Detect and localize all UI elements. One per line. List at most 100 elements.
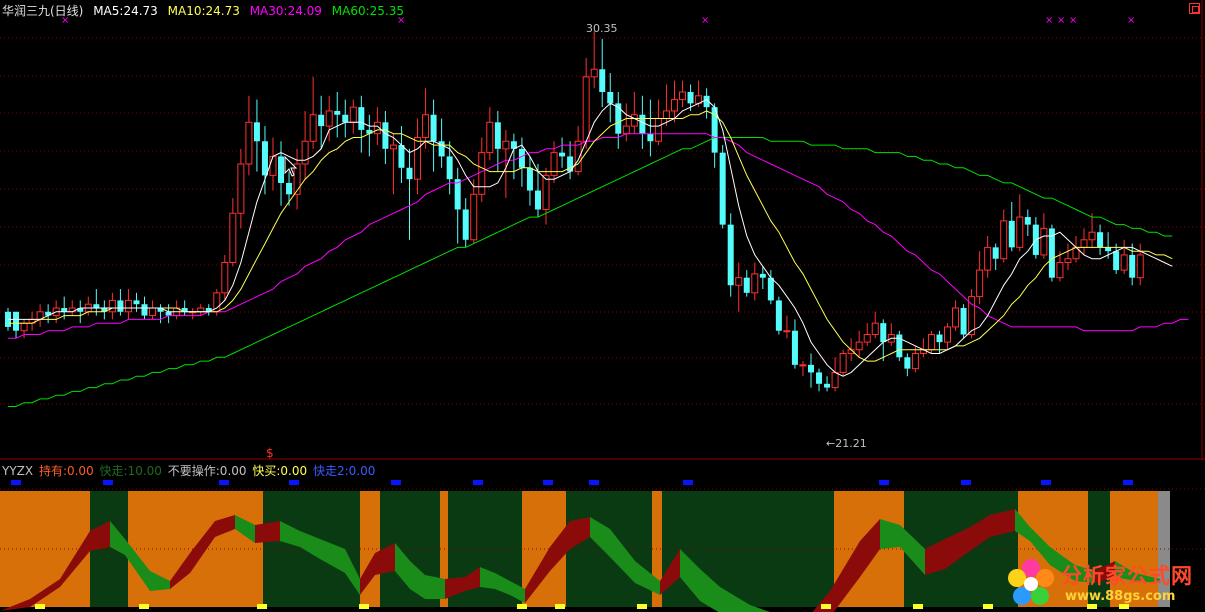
price-chart[interactable] [0,0,1205,460]
candle-body-up [679,91,687,101]
candle-body-down [358,107,365,130]
candle-body-down [880,323,887,343]
candle-body-down [759,273,766,278]
signal-x-icon: × [61,15,70,26]
candle-body-up [1056,262,1064,279]
candle-body-up [389,144,397,150]
yellow-signal-marker [821,604,831,609]
high-price-label: 30.35 [586,22,618,35]
wave-segment [425,575,445,599]
yellow-signal-marker [983,604,993,609]
candle-body-down [719,152,726,225]
candle-body-up [502,140,510,150]
indicator-fast-run: 快走:10.00 [99,464,162,478]
candle-body-down [960,308,967,335]
restore-window-icon[interactable] [1189,3,1200,14]
candle-body-down [141,304,148,316]
candle-body-up [952,307,960,328]
yellow-signal-marker [637,604,647,609]
candle-body-down [93,304,100,308]
indicator-name: YYZX [2,464,34,478]
candle-body-up [670,99,678,112]
blue-signal-marker [543,480,553,485]
blue-signal-marker [1123,480,1133,485]
blue-signal-marker [391,480,401,485]
candle-body-up [237,163,245,214]
signal-dollar-icon: $ [266,446,274,460]
candle-body-down [1113,251,1120,271]
blue-signal-marker [683,480,693,485]
candle-body-up [269,155,277,176]
candle-body-up [735,277,743,286]
ma60-line [8,137,1173,407]
watermark-logo: 分析家公式网 www.88gs.com [1003,556,1201,610]
candle-body-up [1136,254,1144,279]
candle-body-up [309,114,317,142]
candle-body-down [462,209,469,240]
candle-body-down [743,277,750,293]
yellow-signal-marker [35,604,45,609]
candle-body-up [582,76,590,142]
candle-body-up [1016,216,1024,248]
candle-body-down [286,182,293,195]
candle-body-down [438,141,445,157]
candle-body-up [197,307,205,313]
blue-signal-marker [103,480,113,485]
candle-body-down [824,383,831,388]
candle-body-up [662,110,670,120]
candle-body-up [622,125,630,135]
candle-body-up [751,273,759,294]
candle-body-up [1000,220,1008,260]
ma5-value: MA5:24.73 [93,4,158,18]
candle-body-up [221,262,229,294]
indicator-fast-buy: 快买:0.00 [252,464,308,478]
yellow-signal-marker [517,604,527,609]
candle-body-down [13,311,20,331]
candle-body-up [470,193,478,241]
signal-x-icon: × [701,15,710,26]
candle-body-down [1105,247,1112,252]
candle-body-up [984,246,992,271]
blue-signal-marker [961,480,971,485]
candle-body-up [976,269,984,298]
candle-body-up [422,114,430,138]
watermark-title: 分析家公式网 [1061,564,1193,588]
candle-body-up [124,299,132,313]
candle-body-up [911,352,919,370]
candle-body-down [406,167,413,180]
signal-x-icon: × [1045,15,1054,26]
candle-body-down [494,122,501,149]
candle-body-down [518,148,525,168]
yellow-signal-marker [359,604,369,609]
candle-body-up [590,68,598,78]
candle-body-down [1129,254,1136,278]
ma10-value: MA10:24.73 [167,4,240,18]
mouse-cursor-icon [284,156,298,177]
candle-body-down [559,152,566,157]
candle-body-down [1097,232,1104,248]
candle-body-down [454,179,461,210]
signal-x-icon: × [397,15,406,26]
candle-body-up [486,121,494,154]
candle-body-up [654,118,662,142]
candle-body-down [253,122,260,142]
candle-body-up [831,371,839,389]
candle-body-up [149,307,157,317]
candle-body-up [1080,239,1088,248]
blue-signal-marker [11,480,21,485]
candle-body-down [727,224,734,286]
candle-body-up [542,174,550,210]
candle-body-up [855,341,863,351]
candle-body-up [245,121,253,165]
signal-x-icon: × [1127,15,1136,26]
candle-body-down [992,247,999,259]
blue-signal-marker [473,480,483,485]
candle-body-down [767,277,774,301]
candle-body-up [630,114,638,127]
candle-body-up [1064,258,1072,264]
candle-body-down [117,300,124,312]
candle-body-up [1040,227,1048,256]
candle-body-down [526,167,533,191]
candle-body-down [1024,217,1031,225]
candle-body-down [334,110,341,115]
